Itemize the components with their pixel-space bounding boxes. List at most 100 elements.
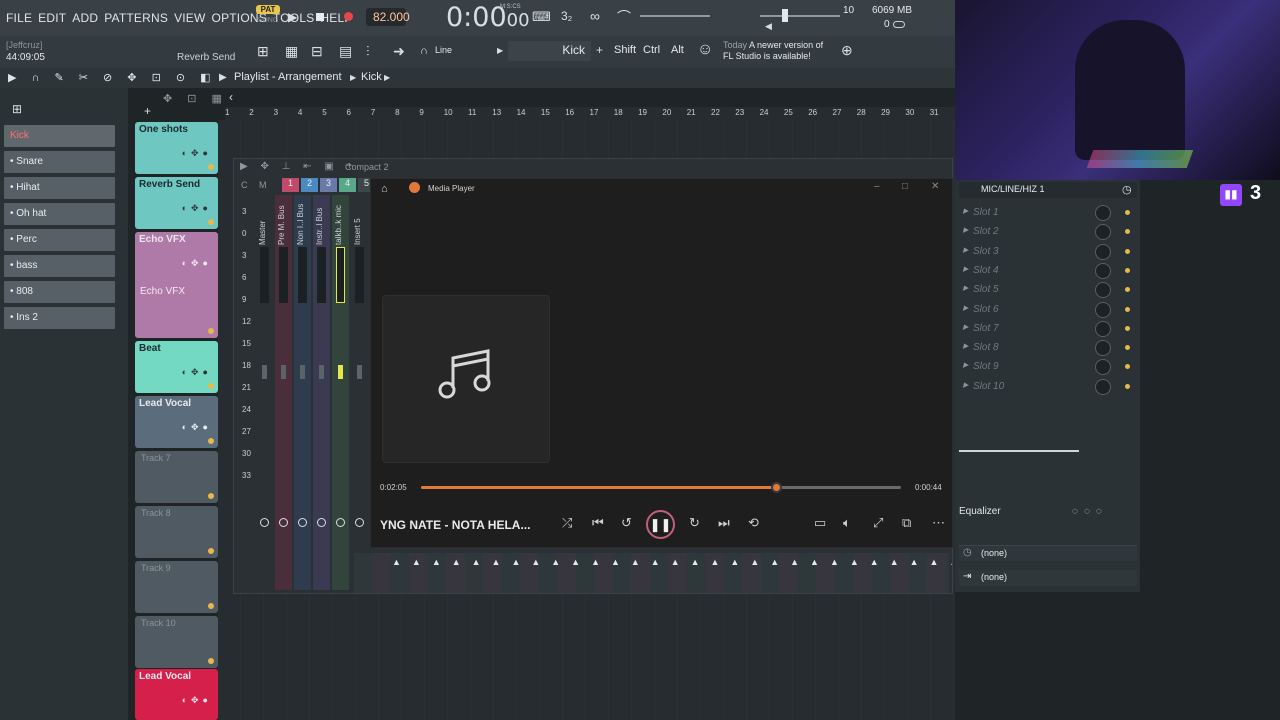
pattern-select[interactable]: Kick: [508, 41, 591, 61]
previous-icon[interactable]: ⏮: [592, 515, 604, 531]
slot-led[interactable]: [1125, 210, 1130, 215]
menu-view[interactable]: VIEW: [174, 11, 205, 25]
slot-led[interactable]: [1125, 364, 1130, 370]
fx-slot[interactable]: ▶ Slot 5: [959, 281, 1137, 299]
channel-fader[interactable]: [357, 365, 362, 379]
slot-led[interactable]: [1125, 383, 1130, 389]
track-one-shots[interactable]: One shots ◐✥●: [135, 122, 218, 174]
pan-knob[interactable]: [260, 518, 269, 527]
fx-slot[interactable]: ▶ Slot 6: [959, 301, 1137, 319]
step-icon[interactable]: 3₂: [561, 9, 572, 23]
track-led[interactable]: [208, 383, 214, 389]
stop-button[interactable]: [316, 13, 324, 21]
channel-fader[interactable]: [262, 365, 267, 379]
snap-select[interactable]: Line: [435, 45, 452, 55]
mixer-strip[interactable]: Pre M. Bus: [275, 195, 292, 590]
fx-slot[interactable]: ▶ Slot 3: [959, 243, 1137, 261]
browser-item-kick[interactable]: Kick: [4, 125, 115, 147]
fx-slot[interactable]: ▶ Slot 9: [959, 358, 1137, 376]
track-lead-vocal[interactable]: Lead Vocal ◐✥●: [135, 396, 218, 448]
fx-slot[interactable]: ▶ Slot 4: [959, 262, 1137, 280]
slot-mix-knob[interactable]: [1095, 262, 1111, 279]
slot-led[interactable]: [1125, 248, 1130, 254]
play-icon[interactable]: ▶: [288, 10, 297, 24]
mixer-track-number[interactable]: 3: [320, 178, 337, 192]
shuffle-icon[interactable]: ⤮: [562, 515, 572, 531]
piano-roll-icon[interactable]: ⊟: [311, 43, 323, 60]
menu-edit[interactable]: EDIT: [38, 11, 66, 25]
fx-slot[interactable]: ▶ Slot 1: [959, 204, 1137, 222]
browser-item-ins-2[interactable]: • Ins 2: [4, 307, 115, 329]
send-2[interactable]: ⇥ (none): [959, 570, 1137, 586]
globe-icon[interactable]: ⊕: [841, 42, 853, 59]
fx-slot[interactable]: ▶ Slot 8: [959, 339, 1137, 357]
forward-30-icon[interactable]: ↻: [689, 515, 700, 531]
track-led[interactable]: [208, 328, 214, 334]
slot-mix-knob[interactable]: [1095, 320, 1111, 337]
slot-led[interactable]: [1125, 325, 1130, 331]
timeline-ruler[interactable]: 1 2 3 4 5 6 7 8 9 10 11 13 14 15 16 17 18 19 20 21 22 23 24 25 2…: [225, 107, 955, 120]
track-controls[interactable]: ◐✥●: [182, 695, 212, 706]
eq-knobs[interactable]: ◌◌◌: [1072, 506, 1108, 517]
pan-knob[interactable]: [355, 518, 364, 527]
track-controls[interactable]: ◐✥●: [182, 203, 212, 214]
mixer-strip[interactable]: talkb..k mic: [332, 195, 349, 590]
slot-led[interactable]: [1125, 229, 1130, 235]
slot-mix-knob[interactable]: [1095, 378, 1111, 395]
alt-key[interactable]: Alt: [671, 44, 684, 56]
mixer-track-number[interactable]: 2: [301, 178, 318, 192]
slot-led[interactable]: [1125, 267, 1130, 273]
mixer-track-number[interactable]: 4: [339, 178, 356, 192]
slot-mix-knob[interactable]: [1095, 205, 1111, 221]
track-led[interactable]: [208, 438, 214, 444]
track-led[interactable]: [208, 548, 214, 554]
keyboard-icon[interactable]: ⌨: [532, 9, 551, 25]
send-1[interactable]: ◷ (none): [959, 545, 1137, 561]
channel-fader[interactable]: [281, 365, 286, 379]
seek-bar[interactable]: [421, 482, 901, 493]
news-text[interactable]: Today A newer version of FL Studio is av…: [723, 40, 833, 62]
fullscreen-icon[interactable]: ⤢: [873, 515, 883, 531]
loop-icon[interactable]: ∞: [590, 8, 600, 24]
fx-slot[interactable]: ▶ Slot 7: [959, 320, 1137, 338]
track-led[interactable]: [208, 164, 214, 170]
minimize-icon[interactable]: –: [874, 181, 880, 192]
news-icon[interactable]: ☺: [697, 41, 713, 59]
arrow-right-icon[interactable]: ➜: [393, 43, 405, 60]
browser-item-perc[interactable]: • Perc: [4, 229, 115, 251]
next-icon[interactable]: ⏭: [718, 515, 730, 531]
piano-icon[interactable]: ⊞: [12, 102, 22, 116]
track-controls[interactable]: ◐✥●: [182, 258, 212, 269]
clock-icon[interactable]: ◷: [1122, 183, 1132, 196]
track-controls[interactable]: ◐✥●: [182, 422, 212, 433]
slot-mix-knob[interactable]: [1095, 301, 1111, 318]
channel-fader[interactable]: [300, 365, 305, 379]
layout-icon[interactable]: ⊞: [257, 43, 269, 60]
pan-knob[interactable]: [298, 518, 307, 527]
close-icon[interactable]: ✕: [931, 181, 939, 192]
track-8[interactable]: Track 8: [135, 506, 218, 558]
mixer-strip[interactable]: Insert 5: [351, 195, 368, 590]
track-7[interactable]: Track 7: [135, 451, 218, 503]
slot-led[interactable]: [1125, 345, 1130, 351]
mixer-strip[interactable]: Instr..l Bus: [313, 195, 330, 590]
slot-mix-knob[interactable]: [1095, 243, 1111, 260]
slot-led[interactable]: [1125, 306, 1130, 312]
input-select[interactable]: MIC/LINE/HIZ 1 ◷: [959, 182, 1137, 198]
channel-rack-icon[interactable]: ▦: [285, 43, 298, 60]
track-10[interactable]: Track 10: [135, 616, 218, 668]
slot-mix-knob[interactable]: [1095, 282, 1111, 299]
pat-song-toggle[interactable]: PAT SONG: [256, 5, 280, 31]
mixer-strip[interactable]: Non I..l Bus: [294, 195, 311, 590]
volume-icon[interactable]: 🔈︎: [843, 515, 851, 531]
track-controls[interactable]: ◐✥●: [182, 148, 212, 159]
mixer-track-number[interactable]: 1: [282, 178, 299, 192]
channel-fader[interactable]: [319, 365, 324, 379]
browser-item-snare[interactable]: • Snare: [4, 151, 115, 173]
shift-key[interactable]: Shift: [614, 44, 636, 56]
fx-slot[interactable]: ▶ Slot 10: [959, 378, 1137, 396]
menu-file[interactable]: FILE: [6, 11, 32, 25]
master-volume-slider[interactable]: [640, 15, 710, 17]
browser-icon[interactable]: ▤: [339, 43, 352, 60]
tempo-display[interactable]: 82.000: [366, 8, 410, 26]
